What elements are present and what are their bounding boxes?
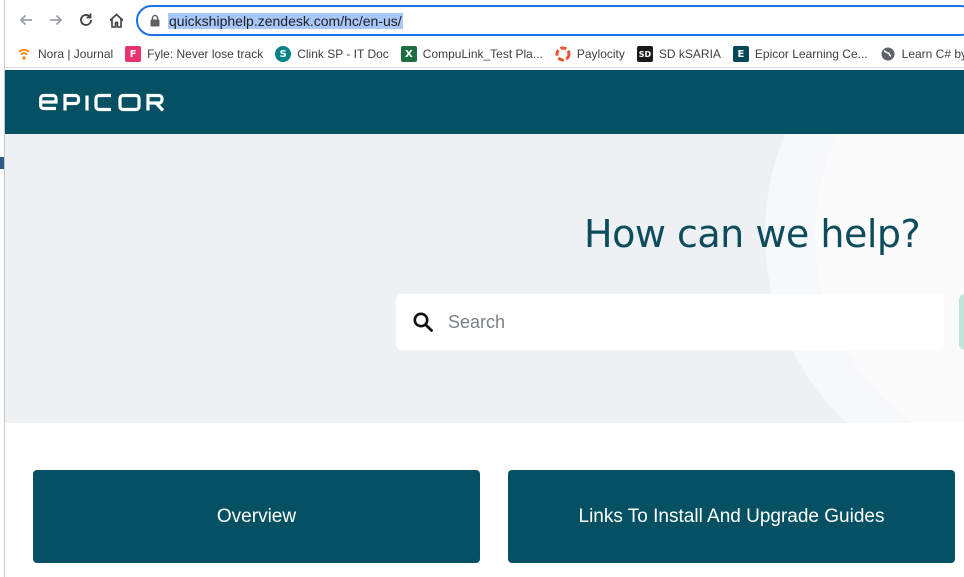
forward-button[interactable] [44,8,68,32]
bookmark-label: SD kSARIA [658,47,721,61]
bookmark-label: Learn C# by Buildin... [901,47,964,61]
sharepoint-icon: S [275,46,292,62]
reload-button[interactable] [74,8,98,32]
bookmark-label: Nora | Journal [38,47,114,61]
bookmark-label: CompuLink_Test Pla... [422,47,543,61]
bookmark-label: Clink SP - IT Doc [297,47,389,61]
ksaria-icon: SD [636,46,653,62]
fyle-icon: F [125,46,142,62]
nora-icon [16,46,32,62]
forward-arrow-icon [50,14,63,26]
back-arrow-icon [19,14,32,26]
address-bar[interactable]: quickshiphelp.zendesk.com/hc/en-us/ [136,5,964,36]
bookmark-label: Paylocity [576,47,625,61]
browser-toolbar: quickshiphelp.zendesk.com/hc/en-us/ [5,0,964,41]
card-label: Overview [216,505,297,527]
bookmark-clink-sp[interactable]: S Clink SP - IT Doc [269,41,395,68]
search-box[interactable]: Search [396,294,944,350]
hero-section: How can we help? Search [5,134,964,423]
bookmark-paylocity[interactable]: Paylocity [549,41,631,68]
web-page: How can we help? Search Overview Links T… [5,68,964,577]
home-button[interactable] [104,8,128,32]
bookmark-fyle[interactable]: F Fyle: Never lose track [119,41,269,68]
paylocity-icon [555,46,571,62]
hero-title: How can we help? [584,212,921,256]
overview-card[interactable]: Overview [33,470,480,563]
bookmark-compulink[interactable]: X CompuLink_Test Pla... [395,41,549,68]
site-header [5,70,964,134]
search-icon [413,312,433,332]
back-button[interactable] [14,8,38,32]
bookmark-nora[interactable]: Nora | Journal [5,41,119,68]
bookmark-ksaria[interactable]: SD SD kSARIA [631,41,727,68]
bookmark-label: Fyle: Never lose track [147,47,264,61]
globe-icon [880,46,896,62]
epicor-logo[interactable] [39,92,181,117]
bookmark-learn-csharp[interactable]: Learn C# by Buildin... [874,41,964,68]
url-text[interactable]: quickshiphelp.zendesk.com/hc/en-us/ [168,13,403,29]
card-label: Links To Install And Upgrade Guides [578,505,885,527]
epicor-logo-icon [39,93,165,112]
url-selected: quickshiphelp.zendesk.com/hc/en-us/ [168,13,403,29]
screen: quickshiphelp.zendesk.com/hc/en-us/ Nora… [0,0,964,577]
home-icon [108,12,124,28]
search-placeholder: Search [448,312,506,332]
install-upgrade-guides-card[interactable]: Links To Install And Upgrade Guides [508,470,955,563]
excel-icon: X [400,46,417,62]
bookmarks-bar: Nora | Journal F Fyle: Never lose track … [5,41,964,68]
reload-icon [80,13,92,26]
search-submit-button[interactable] [959,294,964,350]
lock-icon [150,14,160,27]
bookmark-epicor-learning[interactable]: E Epicor Learning Ce... [727,41,874,68]
epicor-learning-icon: E [732,46,749,62]
bookmark-label: Epicor Learning Ce... [754,47,868,61]
